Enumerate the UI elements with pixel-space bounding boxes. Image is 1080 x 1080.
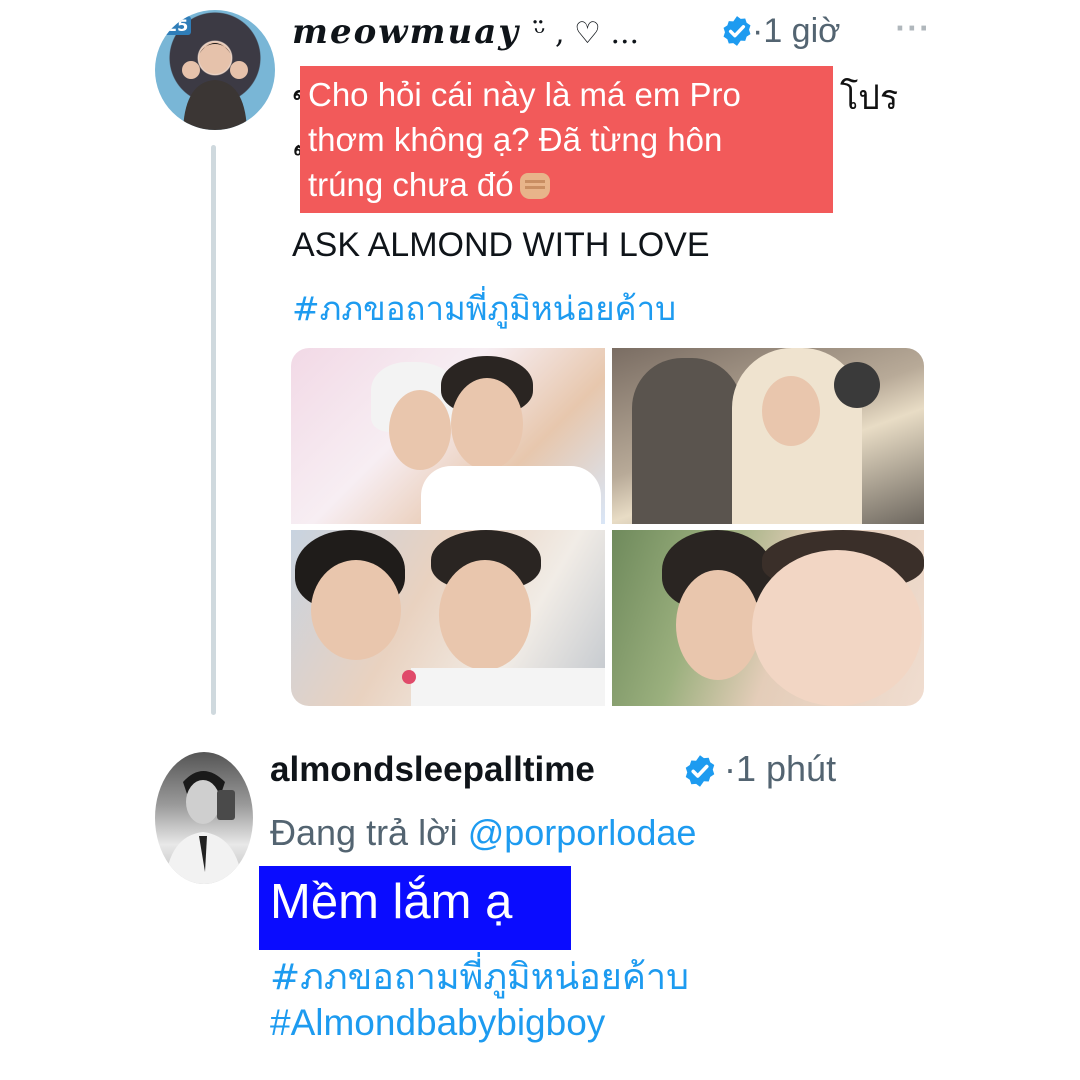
question-line: thơm không ạ? Đã từng hôn: [308, 121, 723, 158]
photo-1[interactable]: [291, 348, 605, 524]
photo-3[interactable]: [291, 530, 605, 706]
tweet-text: ASK ALMOND WITH LOVE: [292, 226, 710, 264]
mention-link[interactable]: @porporlodae: [468, 812, 697, 853]
photo-2[interactable]: [612, 348, 924, 524]
avatar[interactable]: [155, 752, 253, 884]
replying-to: Đang trả lời @porporlodae: [270, 812, 697, 853]
hashtag-link[interactable]: #ภภขอถามพี่ภูมิหน่อยค้าบ: [292, 282, 676, 335]
display-name[interactable]: almondsleepalltime: [270, 750, 595, 790]
avatar-photo: [165, 771, 243, 884]
more-dots-icon[interactable]: ···: [895, 14, 931, 44]
thread-line: [211, 145, 216, 715]
question-overlay: Cho hỏi cái này là má em Pro thơm không …: [300, 66, 833, 213]
question-line: trúng chưa đó: [308, 162, 825, 207]
reply-text: Mềm lắm ạ: [270, 875, 513, 929]
fist-icon: [519, 173, 550, 199]
photo-4[interactable]: [612, 530, 924, 706]
timestamp[interactable]: ·1 giờ: [752, 12, 840, 51]
question-line: Cho hỏi cái này là má em Pro: [308, 76, 741, 113]
avatar[interactable]: 25: [155, 10, 275, 130]
photo-grid: [291, 348, 924, 706]
timestamp[interactable]: ·1 phút: [724, 748, 836, 790]
verified-badge-icon: [685, 755, 715, 787]
tweet-text-fragment: โปร: [840, 78, 899, 118]
verified-badge-icon: [723, 16, 751, 46]
display-name[interactable]: meowmuay ᵕ̈ , ♡ ...: [292, 12, 639, 52]
hashtag-link[interactable]: #Almondbabybigboy: [270, 1002, 605, 1044]
hashtag-link[interactable]: #ภภขอถามพี่ภูมิหน่อยค้าบ: [270, 948, 689, 1005]
